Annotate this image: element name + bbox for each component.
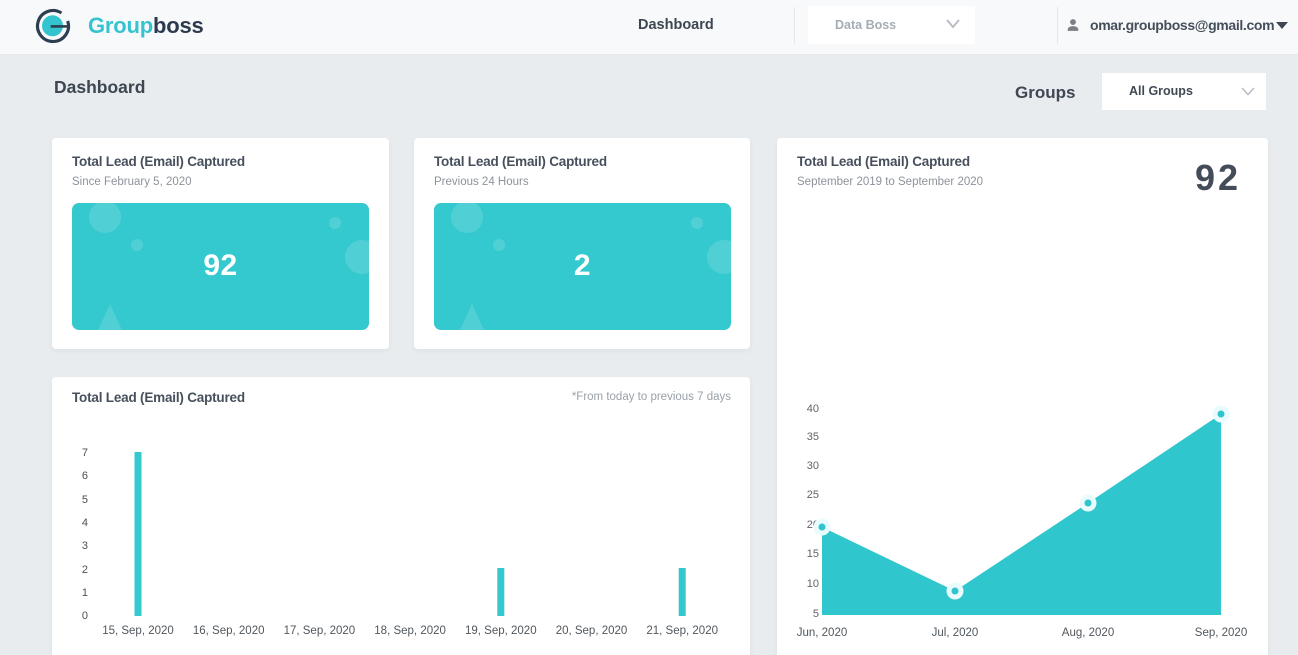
svg-text:40: 40 [807, 403, 819, 415]
svg-text:30: 30 [807, 460, 819, 472]
svg-text:16, Sep, 2020: 16, Sep, 2020 [193, 625, 265, 637]
svg-text:5: 5 [82, 494, 88, 506]
svg-text:3: 3 [82, 540, 88, 552]
svg-text:17, Sep, 2020: 17, Sep, 2020 [284, 625, 356, 637]
svg-text:20, Sep, 2020: 20, Sep, 2020 [556, 625, 628, 637]
svg-text:6: 6 [82, 470, 88, 482]
svg-text:15, Sep, 2020: 15, Sep, 2020 [102, 625, 174, 637]
svg-text:1: 1 [82, 587, 88, 599]
svg-text:25: 25 [807, 489, 819, 501]
svg-text:10: 10 [807, 578, 819, 590]
svg-text:15: 15 [807, 548, 819, 560]
svg-text:7: 7 [82, 447, 88, 459]
svg-text:18, Sep, 2020: 18, Sep, 2020 [374, 625, 446, 637]
svg-text:0: 0 [82, 610, 88, 622]
svg-text:5: 5 [813, 608, 819, 620]
svg-text:4: 4 [82, 517, 88, 529]
svg-text:2: 2 [82, 564, 88, 576]
svg-text:21, Sep, 2020: 21, Sep, 2020 [646, 625, 718, 637]
svg-text:Jul, 2020: Jul, 2020 [932, 627, 979, 639]
svg-text:Aug, 2020: Aug, 2020 [1062, 627, 1114, 639]
svg-text:Sep, 2020: Sep, 2020 [1195, 627, 1247, 639]
svg-text:35: 35 [807, 431, 819, 443]
svg-text:19, Sep, 2020: 19, Sep, 2020 [465, 625, 537, 637]
svg-text:Jun, 2020: Jun, 2020 [797, 627, 848, 639]
